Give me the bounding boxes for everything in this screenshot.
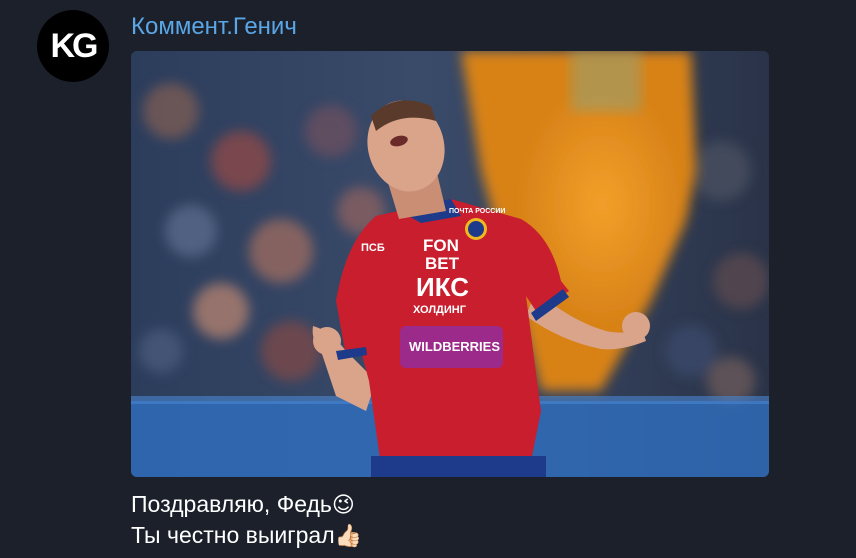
caption-text-1: Поздравляю, Федь: [131, 491, 332, 517]
football-player-photo: FON BET ИКС ХОЛДИНГ WILDBERRIES ПСБ ПОЧТ…: [131, 51, 769, 477]
caption-text-2: Ты честно выиграл: [131, 522, 335, 548]
channel-post: KG Коммент.Генич FON BET ИКС ХОЛДИНГ WIL…: [0, 0, 856, 558]
channel-name[interactable]: Коммент.Генич: [131, 13, 297, 41]
channel-avatar[interactable]: KG: [37, 10, 109, 82]
svg-text:WILDBERRIES: WILDBERRIES: [409, 339, 500, 354]
post-caption: Поздравляю, Федь😉 Ты честно выиграл👍🏻: [131, 489, 362, 551]
svg-text:BET: BET: [425, 254, 460, 273]
svg-text:ХОЛДИНГ: ХОЛДИНГ: [413, 304, 467, 316]
post-photo[interactable]: FON BET ИКС ХОЛДИНГ WILDBERRIES ПСБ ПОЧТ…: [131, 51, 769, 477]
caption-line-1: Поздравляю, Федь😉: [131, 489, 362, 520]
thumbs-up-emoji-icon: 👍🏻: [334, 523, 363, 548]
svg-text:ИКС: ИКС: [416, 272, 469, 302]
wink-emoji-icon: 😉: [331, 492, 355, 517]
svg-text:ПОЧТА РОССИИ: ПОЧТА РОССИИ: [449, 208, 505, 215]
svg-text:ПСБ: ПСБ: [361, 242, 385, 254]
svg-text:FON: FON: [423, 236, 459, 255]
avatar-logo-text: KG: [50, 26, 99, 65]
caption-line-2: Ты честно выиграл👍🏻: [131, 520, 362, 551]
